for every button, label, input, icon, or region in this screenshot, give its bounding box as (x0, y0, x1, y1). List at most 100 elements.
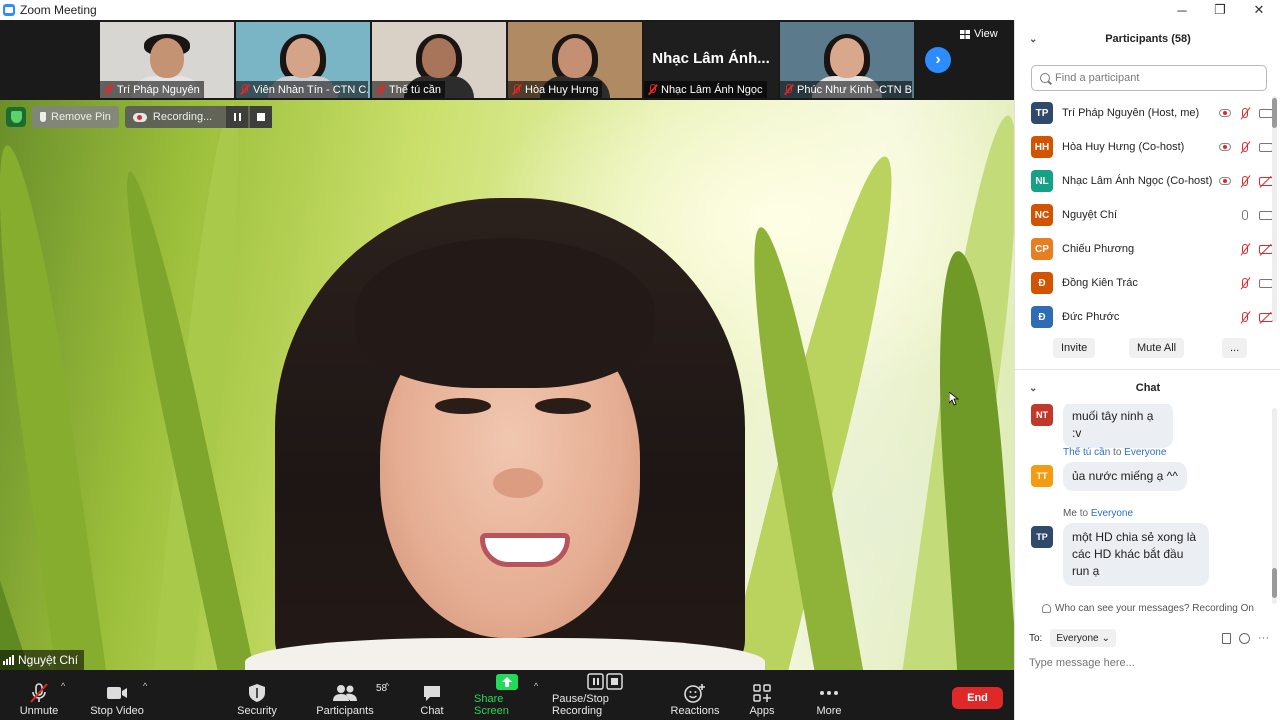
maximize-button[interactable]: ❐ (1201, 0, 1239, 20)
participant-status-icons (1239, 243, 1273, 256)
pause-recording-button[interactable] (226, 106, 249, 128)
participant-list-scrollbar[interactable] (1272, 96, 1277, 322)
video-off-icon[interactable] (1259, 312, 1273, 322)
find-participant-input[interactable]: Find a participant (1031, 65, 1267, 91)
participant-name: Trí Pháp Nguyên (Host, me) (1062, 107, 1200, 119)
chat-sender-line: Thế tú cần to Everyone (1063, 447, 1166, 458)
file-icon[interactable] (1222, 632, 1231, 644)
participant-row[interactable]: Đ Đức Phước (1015, 300, 1273, 334)
chat-message-bubble[interactable]: muối tây ninh ạ :v (1063, 404, 1173, 448)
cloud-recording-icon (1219, 143, 1231, 151)
participants-button[interactable]: 58 Participants (314, 670, 387, 720)
reactions-label: Reactions (670, 705, 720, 717)
side-panel: ⌄ Participants (58) Find a participant T… (1014, 20, 1280, 720)
participant-avatar: Đ (1031, 306, 1053, 328)
stop-recording-button[interactable] (250, 106, 273, 128)
mute-all-button[interactable]: Mute All (1129, 338, 1185, 358)
chat-header: ⌄ Chat (1015, 378, 1280, 398)
mic-muted-icon (375, 84, 386, 95)
participants-icon: 58 (332, 681, 387, 705)
presenter-nose (493, 468, 543, 498)
chat-to-word: to (1079, 508, 1089, 519)
mic-icon[interactable] (1239, 209, 1251, 222)
view-button[interactable]: View (960, 25, 998, 43)
video-thumbnail[interactable]: Nhạc Lâm Ánh... Nhạc Lâm Ánh Ngọc (644, 22, 778, 98)
chat-messages: NT muối tây ninh ạ :v TT Thế tú cần to Ever… (1015, 404, 1280, 604)
video-options-caret-icon[interactable]: ^ (143, 682, 151, 691)
participant-row[interactable]: Đ Đồng Kiên Trác (1015, 266, 1277, 300)
participant-row[interactable]: CP Chiếu Phương (1015, 232, 1273, 266)
video-off-icon[interactable] (1259, 244, 1273, 254)
encryption-shield-icon[interactable] (6, 107, 26, 127)
participant-status-icons (1239, 311, 1273, 324)
mic-muted-icon[interactable] (1239, 277, 1251, 290)
video-thumbnail[interactable]: Hòa Huy Hưng (508, 22, 642, 98)
participant-name: Chiếu Phương (1062, 243, 1135, 255)
participant-row[interactable]: NL Nhạc Lâm Ánh Ngọc (Co-host) (1015, 164, 1273, 198)
mic-muted-icon[interactable] (1239, 107, 1251, 120)
collapse-chevron-icon[interactable]: ⌄ (1029, 34, 1037, 45)
participants-more-button[interactable]: ... (1222, 338, 1248, 358)
emoji-icon[interactable] (1239, 632, 1250, 644)
chat-privacy-notice[interactable]: Who can see your messages? Recording On (1015, 600, 1280, 616)
mic-muted-icon[interactable] (1239, 175, 1251, 188)
video-camera-icon[interactable] (1259, 210, 1277, 220)
mic-muted-icon (28, 681, 50, 705)
video-camera-icon[interactable] (1259, 142, 1277, 152)
chat-scrollbar[interactable] (1272, 408, 1277, 604)
video-off-icon[interactable] (1259, 176, 1273, 186)
chat-more-icon[interactable]: ··· (1258, 632, 1269, 644)
mic-muted-icon[interactable] (1239, 141, 1251, 154)
chat-message-input[interactable] (1029, 654, 1265, 672)
video-thumbnail[interactable]: Phúc Như Kính -CTN B... (780, 22, 914, 98)
chat-message-bubble[interactable]: một HD chia sẻ xong là các HD khác bắt đ… (1063, 523, 1209, 586)
more-button[interactable]: More (810, 670, 848, 720)
video-camera-icon[interactable] (1259, 278, 1277, 288)
reactions-button[interactable]: Reactions (670, 670, 720, 720)
video-camera-icon[interactable] (1259, 108, 1277, 118)
video-thumbnail[interactable]: Trí Pháp Nguyên (100, 22, 234, 98)
video-stage: Trí Pháp Nguyên Viên Nhàn Tín - CTN C...… (0, 20, 1014, 670)
video-thumbnail[interactable]: Viên Nhàn Tín - CTN C... (236, 22, 370, 98)
thumbnail-name-bar: Thế tú cần (372, 81, 445, 98)
security-button[interactable]: Security (232, 670, 282, 720)
collapse-chevron-icon[interactable]: ⌄ (1029, 383, 1037, 394)
share-screen-button[interactable]: Share Screen (474, 670, 540, 720)
recipient-dropdown[interactable]: Everyone ⌄ (1050, 629, 1116, 647)
thumbnail-name-bar: Nhạc Lâm Ánh Ngọc (644, 81, 767, 98)
pause-stop-recording-label: Pause/Stop Recording (552, 693, 609, 717)
mic-muted-icon[interactable] (1239, 311, 1251, 324)
pause-stop-recording-button[interactable]: Pause/Stop Recording (552, 670, 658, 720)
audio-options-caret-icon[interactable]: ^ (61, 682, 69, 691)
person-icon (1042, 603, 1051, 613)
zoom-logo-icon (3, 4, 15, 16)
participant-row[interactable]: NC Nguyệt Chí (1015, 198, 1277, 232)
close-window-button[interactable]: ✕ (1240, 0, 1278, 20)
invite-button[interactable]: Invite (1053, 338, 1096, 358)
participant-row[interactable]: HH Hòa Huy Hưng (Co-host) (1015, 130, 1277, 164)
minimize-button[interactable]: ─ (1163, 0, 1201, 20)
chat-sender-name: Thế tú cần (1063, 447, 1111, 458)
participant-status-icons (1219, 141, 1277, 154)
pause-icon (233, 113, 241, 121)
participant-status-icons (1219, 107, 1277, 120)
security-label: Security (237, 705, 277, 717)
participant-row[interactable]: TP Trí Pháp Nguyên (Host, me) (1015, 96, 1277, 130)
participant-name: Nguyệt Chí (1062, 209, 1118, 221)
share-screen-arrow-icon (496, 670, 518, 693)
video-thumbnail[interactable]: Thế tú cần (372, 22, 506, 98)
remove-pin-button[interactable]: Remove Pin (32, 106, 119, 128)
share-options-caret-icon[interactable]: ^ (534, 682, 542, 691)
apps-button[interactable]: Apps (746, 670, 778, 720)
more-label: More (816, 705, 842, 717)
next-page-arrow-icon[interactable]: › (925, 47, 951, 73)
unmute-button[interactable]: Unmute (14, 670, 64, 720)
participants-options-caret-icon[interactable]: ^ (385, 682, 393, 691)
chat-message-bubble[interactable]: ủa nước miếng ạ ^^ (1063, 462, 1187, 491)
stop-video-button[interactable]: Stop Video (88, 670, 146, 720)
chat-button[interactable]: Chat (414, 670, 450, 720)
presenter-eye (535, 398, 591, 414)
chat-avatar: NT (1031, 404, 1053, 426)
mic-muted-icon[interactable] (1239, 243, 1251, 256)
end-meeting-button[interactable]: End (952, 687, 1003, 709)
